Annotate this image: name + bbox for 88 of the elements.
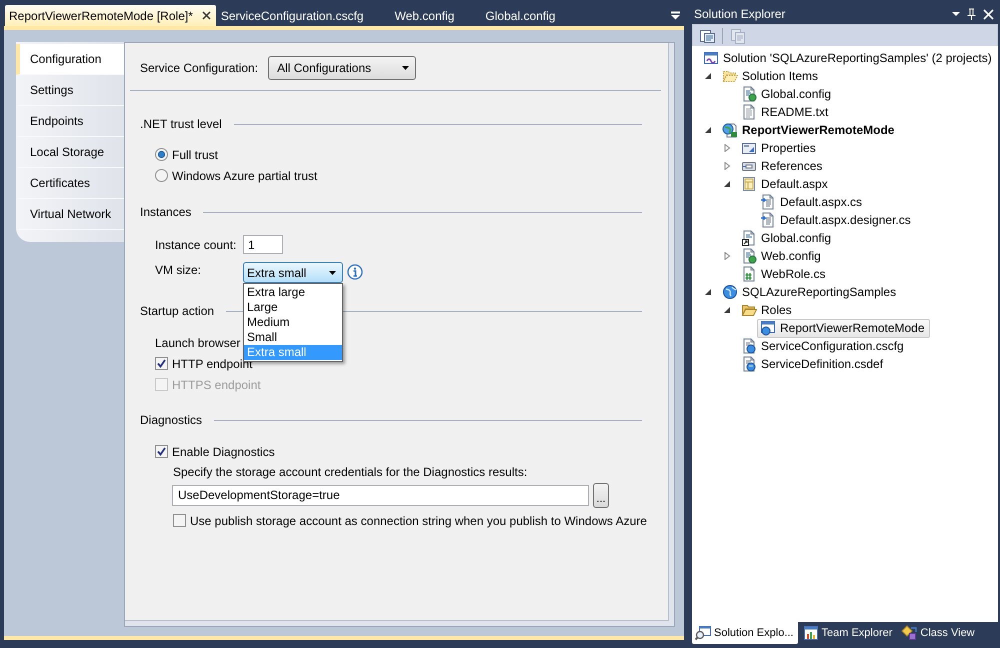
panel-tab[interactable]: Solution Explo...	[692, 622, 798, 644]
dropdown-option[interactable]: Large	[244, 300, 342, 315]
expander-icon[interactable]	[704, 288, 712, 296]
tree-item[interactable]: Properties	[738, 138, 821, 158]
web-page-icon	[741, 176, 757, 192]
dropdown[interactable]: Extra small	[243, 262, 343, 283]
checkbox-label: Enable Diagnostics	[172, 444, 275, 458]
dropdown-icon[interactable]	[670, 10, 681, 20]
document-tab[interactable]: Global.config	[480, 5, 582, 26]
document-tab[interactable]: Web.config	[390, 5, 480, 26]
hash-file-icon	[741, 266, 757, 282]
side-tab[interactable]: Configuration	[16, 44, 124, 75]
info-icon[interactable]	[347, 264, 363, 280]
panel-tab[interactable]: Team Explorer	[800, 622, 896, 644]
radio-button[interactable]	[155, 169, 168, 182]
folder-icon	[741, 302, 757, 318]
checkbox[interactable]	[155, 445, 168, 458]
search-window-icon	[695, 625, 711, 641]
caret-icon	[329, 270, 336, 274]
expander-icon[interactable]	[704, 126, 712, 134]
window-globe-icon	[760, 320, 776, 336]
section-title: Startup action	[140, 304, 214, 318]
shortcut-file-icon	[741, 230, 757, 246]
dropdown-option[interactable]: Extra large	[244, 285, 342, 300]
document-globe-icon	[741, 338, 757, 354]
code-file-icon	[760, 194, 776, 210]
panel-title: Solution Explorer	[694, 7, 786, 21]
panel-tab[interactable]: Class View	[898, 622, 979, 644]
close-icon[interactable]	[202, 11, 211, 20]
field-label: VM size:	[155, 262, 202, 278]
caret-icon	[402, 66, 410, 70]
tree-item[interactable]: ReportViewerRemoteMode	[719, 120, 900, 140]
tree-item[interactable]: ReportViewerRemoteMode	[757, 318, 930, 338]
text-file-icon	[741, 104, 757, 120]
tree-item[interactable]: Global.config	[738, 228, 836, 248]
document-tab[interactable]: ServiceConfiguration.cscfg	[216, 5, 390, 26]
tree-item[interactable]: WebRole.cs	[738, 264, 830, 284]
code-file-icon	[760, 212, 776, 228]
tree-item[interactable]: Web.config	[738, 246, 826, 266]
radio-button[interactable]	[155, 148, 168, 161]
globe-document-icon	[722, 122, 738, 138]
tree-item[interactable]: References	[738, 156, 828, 176]
tree-item[interactable]: SQLAzureReportingSamples	[719, 282, 902, 302]
field-label: Specify the storage account credentials for the Diagnostics results:	[173, 465, 528, 479]
section-title: .NET trust level	[140, 117, 222, 131]
input-field[interactable]: 1	[243, 235, 283, 254]
field-label: Launch browser	[155, 335, 240, 351]
tree-item[interactable]: Default.aspx.designer.cs	[757, 210, 916, 230]
properties-icon	[741, 140, 757, 156]
dropdown-option[interactable]: Small	[244, 330, 342, 345]
expander-icon[interactable]	[704, 72, 712, 80]
dropdown-icon[interactable]	[952, 12, 960, 16]
tree-item[interactable]: Default.aspx	[738, 174, 833, 194]
tree-item[interactable]: Solution 'SQLAzureReportingSamples' (2 projects)	[700, 48, 997, 68]
globe-icon	[722, 284, 738, 300]
checkbox[interactable]	[173, 514, 186, 527]
chart-window-icon	[802, 625, 818, 641]
expander-icon[interactable]	[723, 180, 731, 188]
tree-item[interactable]: ServiceConfiguration.cscfg	[738, 336, 909, 356]
input-field[interactable]: UseDevelopmentStorage=true	[172, 485, 589, 506]
dropdown[interactable]: All Configurations	[268, 56, 416, 80]
document-globe-icon	[741, 248, 757, 264]
document-globe-icon	[741, 356, 757, 372]
tree-item[interactable]: Solution Items	[719, 66, 824, 86]
tree-item[interactable]: Global.config	[738, 84, 836, 104]
browse-button[interactable]: ...	[593, 483, 609, 508]
field-label: Service Configuration:	[140, 61, 258, 75]
checkbox-label: Use publish storage account as connection string when you publish to Windows Azure	[190, 514, 647, 528]
document-tab[interactable]: ReportViewerRemoteMode [Role]*	[5, 5, 216, 26]
properties-icon[interactable]	[699, 28, 715, 44]
solution-window-icon	[703, 50, 719, 66]
radio-label: Full trust	[172, 148, 218, 162]
dropdown-option[interactable]: Medium	[244, 315, 342, 330]
section-title: Instances	[140, 205, 192, 219]
tree-item[interactable]: Roles	[738, 300, 797, 320]
tree-item[interactable]: ServiceDefinition.csdef	[738, 354, 888, 374]
pin-icon[interactable]	[966, 8, 977, 20]
tree-item[interactable]: README.txt	[738, 102, 834, 122]
dashed-folder-icon	[722, 68, 738, 84]
section-title: Diagnostics	[140, 413, 202, 427]
radio-label: Windows Azure partial trust	[172, 168, 318, 182]
shapes-icon	[901, 625, 918, 641]
expander-icon[interactable]	[723, 306, 731, 314]
checkbox[interactable]	[155, 357, 168, 370]
tree-item[interactable]: Default.aspx.cs	[757, 192, 868, 212]
checkbox-label: HTTPS endpoint	[172, 378, 261, 392]
document-globe-icon	[741, 86, 757, 102]
field-label: Instance count:	[155, 238, 238, 252]
